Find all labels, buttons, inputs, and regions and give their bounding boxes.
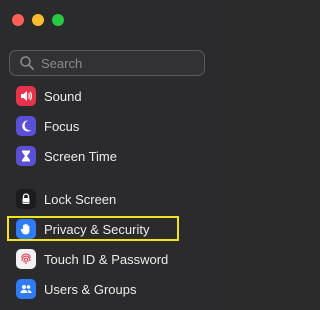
sidebar-item-label: Users & Groups bbox=[44, 281, 137, 297]
minimize-button[interactable] bbox=[32, 14, 44, 26]
sidebar-item-screen-time[interactable]: Screen Time bbox=[16, 144, 202, 168]
close-button[interactable] bbox=[12, 14, 24, 26]
sidebar-item-focus[interactable]: Focus bbox=[16, 114, 202, 138]
hourglass-icon bbox=[16, 146, 36, 166]
moon-icon bbox=[16, 116, 36, 136]
fingerprint-icon bbox=[16, 249, 36, 269]
users-icon bbox=[16, 279, 36, 299]
search-input[interactable] bbox=[41, 55, 191, 71]
sidebar-item-touch-id[interactable]: Touch ID & Password bbox=[16, 247, 202, 271]
sidebar-item-label: Touch ID & Password bbox=[44, 251, 169, 267]
zoom-button[interactable] bbox=[52, 14, 64, 26]
sidebar-item-lock-screen[interactable]: Lock Screen bbox=[16, 187, 202, 211]
sidebar-item-label: Screen Time bbox=[44, 148, 117, 164]
traffic-lights bbox=[12, 14, 64, 26]
sidebar-item-users-groups[interactable]: Users & Groups bbox=[16, 277, 202, 301]
sound-icon bbox=[16, 86, 36, 106]
settings-window: Sound Focus Screen Time Lock Screen bbox=[0, 0, 220, 310]
search-field[interactable] bbox=[9, 50, 205, 76]
sidebar-item-label: Sound bbox=[44, 88, 82, 104]
search-icon bbox=[20, 56, 34, 70]
sidebar-item-label: Focus bbox=[44, 118, 80, 134]
lock-icon bbox=[16, 189, 36, 209]
selection-highlight bbox=[7, 216, 179, 241]
sidebar-item-sound[interactable]: Sound bbox=[16, 84, 202, 108]
sidebar-item-label: Lock Screen bbox=[44, 191, 117, 207]
